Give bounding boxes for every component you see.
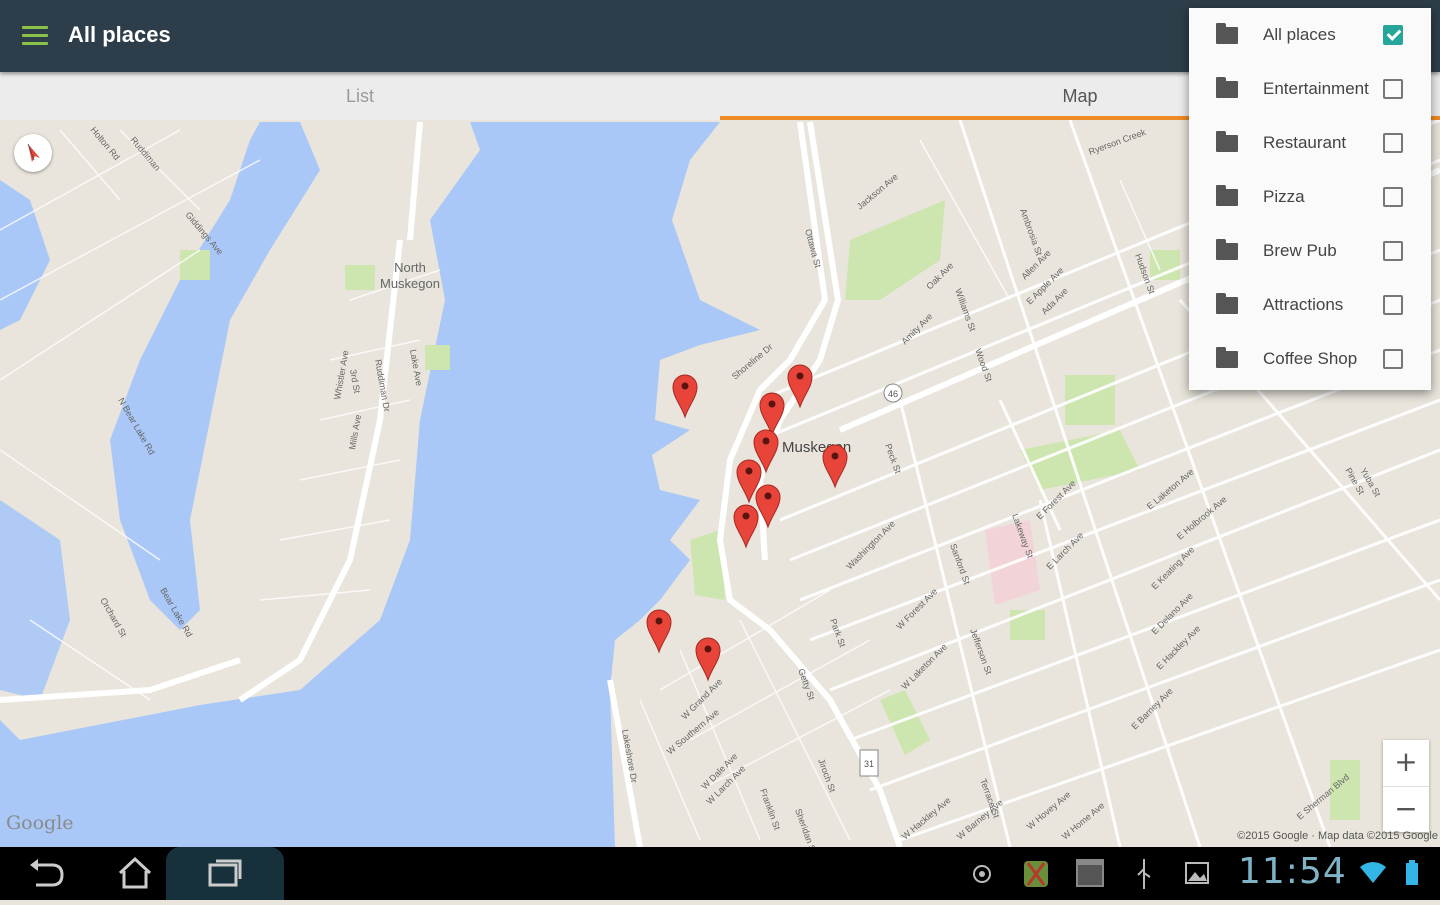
tab-list[interactable]: List — [0, 72, 720, 120]
gps-icon — [968, 847, 996, 900]
route-shield-46: 46 — [883, 383, 903, 403]
wifi-icon — [1358, 847, 1388, 900]
filter-checkbox[interactable] — [1383, 241, 1403, 261]
filter-item[interactable]: Pizza — [1189, 170, 1431, 224]
usb-icon — [1130, 847, 1158, 900]
svg-text:31: 31 — [864, 759, 874, 769]
app-title: All places — [68, 22, 171, 47]
route-shield-31: 31 — [859, 749, 879, 777]
menu-icon[interactable] — [22, 26, 48, 48]
filter-checkbox[interactable] — [1383, 187, 1403, 207]
filter-item[interactable]: Entertainment — [1189, 62, 1431, 116]
system-nav-bar: 11:54 — [0, 847, 1440, 900]
filter-item[interactable]: Attractions — [1189, 278, 1431, 332]
filter-checkbox[interactable] — [1383, 25, 1403, 45]
calendar-icon — [1072, 847, 1108, 900]
folder-icon — [1216, 131, 1238, 152]
filter-item[interactable]: All places — [1189, 8, 1431, 62]
google-logo: Google — [6, 812, 74, 834]
back-icon[interactable] — [22, 847, 72, 900]
filter-menu: All places Entertainment Restaurant Pizza Br… — [1189, 8, 1431, 390]
android-debug-icon — [1018, 847, 1054, 900]
screenshot-icon — [1182, 847, 1212, 900]
folder-icon — [1216, 77, 1238, 98]
folder-icon — [1216, 347, 1238, 368]
filter-item[interactable]: Restaurant — [1189, 116, 1431, 170]
compass-icon[interactable] — [14, 134, 52, 172]
folder-icon — [1216, 23, 1238, 44]
filter-item[interactable]: Brew Pub — [1189, 224, 1431, 278]
filter-item-label: All places — [1263, 25, 1336, 44]
zoom-out-button[interactable]: − — [1383, 787, 1429, 833]
zoom-controls: + − — [1383, 740, 1429, 832]
filter-item[interactable]: Coffee Shop — [1189, 332, 1431, 386]
filter-item-label: Brew Pub — [1263, 241, 1337, 260]
filter-checkbox[interactable] — [1383, 133, 1403, 153]
filter-checkbox[interactable] — [1383, 295, 1403, 315]
svg-text:46: 46 — [888, 389, 898, 399]
filter-item-label: Restaurant — [1263, 133, 1347, 152]
filter-item-label: Entertainment — [1263, 79, 1369, 98]
filter-item-label: Coffee Shop — [1263, 349, 1358, 368]
battery-icon — [1402, 847, 1422, 900]
filter-checkbox[interactable] — [1383, 349, 1403, 369]
folder-icon — [1216, 239, 1238, 260]
filter-checkbox[interactable] — [1383, 79, 1403, 99]
filter-item-label: Pizza — [1263, 187, 1305, 206]
clock: 11:54 — [1238, 851, 1347, 892]
map-attribution[interactable]: ©2015 Google · Map data ©2015 Google — [1237, 830, 1438, 842]
filter-item-label: Attractions — [1263, 295, 1344, 314]
folder-icon — [1216, 293, 1238, 314]
home-icon[interactable] — [110, 847, 160, 900]
recent-apps-icon[interactable] — [200, 847, 250, 900]
folder-icon — [1216, 185, 1238, 206]
zoom-in-button[interactable]: + — [1383, 740, 1429, 787]
